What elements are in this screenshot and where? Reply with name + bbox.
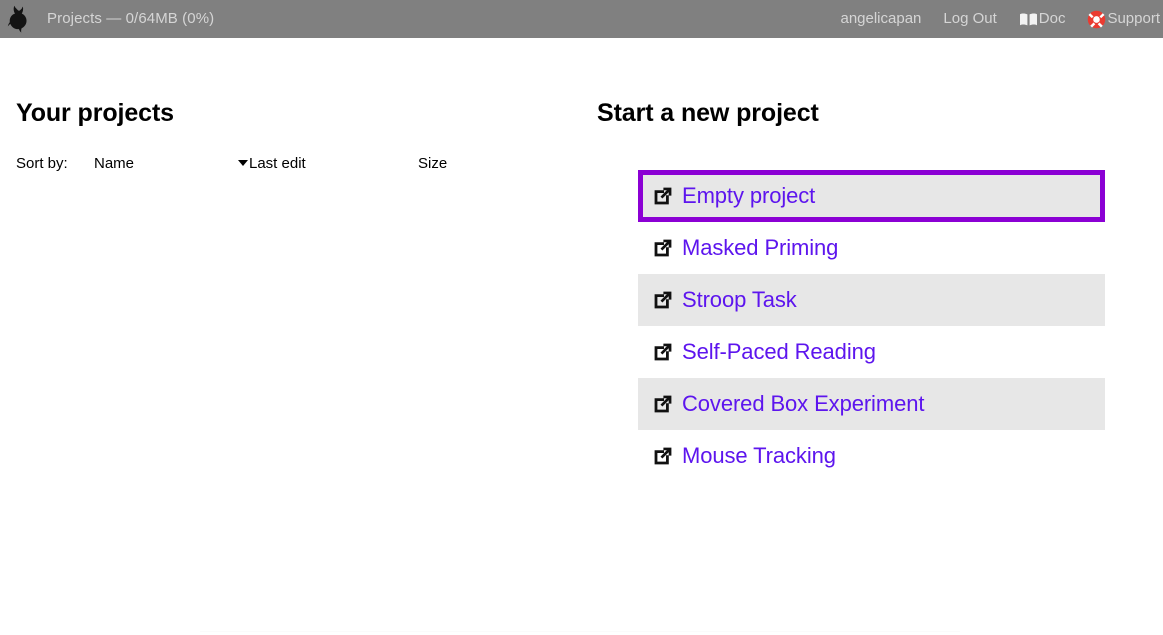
sort-option-last-edit-label: Last edit <box>249 155 306 172</box>
chevron-down-icon <box>238 160 248 166</box>
projects-list-empty <box>16 188 576 198</box>
external-link-icon <box>652 185 674 207</box>
lifebuoy-icon <box>1087 10 1106 29</box>
doc-label: Doc <box>1038 10 1066 27</box>
sort-by-label: Sort by: <box>16 155 68 172</box>
new-project-item-label: Masked Priming <box>682 235 839 260</box>
sort-option-name[interactable]: Name <box>94 155 134 172</box>
topbar-left-group: Projects — 0/64MB (0%) <box>0 0 214 38</box>
your-projects-title: Your projects <box>16 99 174 127</box>
external-link-icon <box>652 237 674 259</box>
new-project-item[interactable]: Self-Paced Reading <box>638 326 1105 378</box>
external-link-icon <box>652 445 674 467</box>
new-project-item-label: Stroop Task <box>682 287 797 312</box>
external-link-icon <box>652 393 674 415</box>
new-project-item[interactable]: Stroop Task <box>638 274 1105 326</box>
sort-option-size[interactable]: Size <box>418 155 447 172</box>
external-link-icon <box>652 289 674 311</box>
sort-option-size-label: Size <box>418 155 448 172</box>
topbar-title: Projects — 0/64MB (0%) <box>47 10 215 27</box>
new-project-item[interactable]: Masked Priming <box>638 222 1105 274</box>
top-navigation-bar: Projects — 0/64MB (0%) angelicapan Log O… <box>0 0 1163 38</box>
log-out-label: Log Out <box>943 10 997 27</box>
goat-head-logo-icon[interactable] <box>0 0 38 38</box>
log-out-button[interactable]: Log Out <box>943 0 996 38</box>
account-name-label: angelicapan <box>840 10 922 27</box>
new-project-item[interactable]: Mouse Tracking <box>638 430 1105 482</box>
new-project-item[interactable]: Covered Box Experiment <box>638 378 1105 430</box>
sort-option-last-edit[interactable]: Last edit <box>238 155 306 172</box>
page-content: Your projects Sort by: Name Last edit Si… <box>0 38 1163 635</box>
new-project-template-list: Empty project Masked Priming Stroop Task Se… <box>638 170 1105 482</box>
footer-divider <box>200 631 960 632</box>
new-project-item-label: Empty project <box>682 183 816 208</box>
open-book-icon <box>1019 12 1038 27</box>
new-project-item-label: Mouse Tracking <box>682 443 836 468</box>
new-project-item-label: Covered Box Experiment <box>682 391 925 416</box>
start-new-project-title: Start a new project <box>597 99 819 127</box>
doc-link[interactable]: Doc <box>1019 0 1066 38</box>
new-project-item-label: Self-Paced Reading <box>682 339 876 364</box>
topbar-right-group: angelicapan Log Out Doc Support <box>818 0 1163 38</box>
support-link[interactable]: Support <box>1087 0 1160 38</box>
support-label: Support <box>1107 10 1160 27</box>
account-name-link[interactable]: angelicapan <box>840 0 921 38</box>
external-link-icon <box>652 341 674 363</box>
sort-option-name-label: Name <box>94 155 135 172</box>
new-project-item[interactable]: Empty project <box>638 170 1105 222</box>
